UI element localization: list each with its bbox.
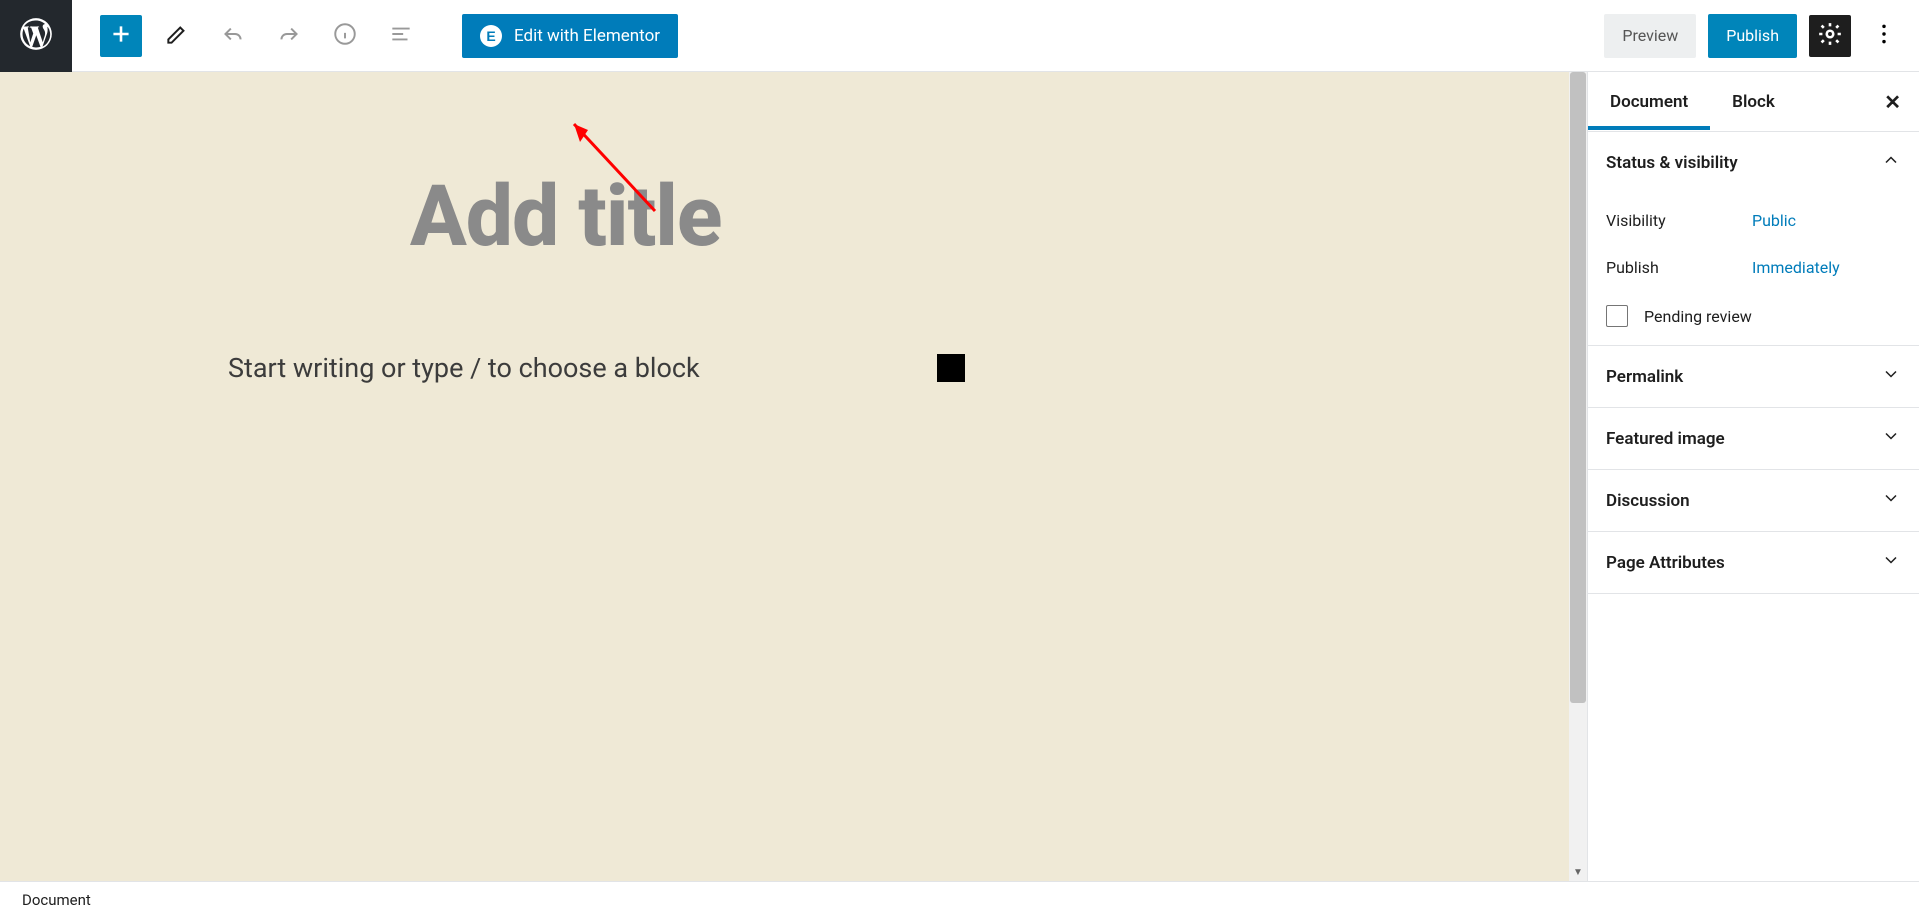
topbar-right-tools: Preview Publish [1604,14,1919,58]
chevron-down-icon [1881,426,1901,451]
visibility-value-link[interactable]: Public [1752,211,1796,230]
outline-icon [388,21,414,51]
publish-label: Publish [1726,26,1779,45]
plus-icon [108,21,134,51]
panel-toggle-featured-image[interactable]: Featured image [1606,426,1901,451]
undo-icon [220,21,246,51]
close-icon: ✕ [1884,90,1901,114]
gear-icon [1817,21,1843,51]
panel-page-attributes: Page Attributes [1588,532,1919,594]
panel-featured-image: Featured image [1588,408,1919,470]
editor-footer: Document [0,881,1919,917]
preview-button[interactable]: Preview [1604,14,1696,58]
panel-toggle-permalink[interactable]: Permalink [1606,364,1901,389]
panel-title-status: Status & visibility [1606,153,1738,173]
pending-review-label: Pending review [1644,307,1752,326]
visibility-label: Visibility [1606,211,1752,230]
settings-sidebar: Document Block ✕ Status & visibility Vis… [1587,72,1919,881]
editor-topbar: E Edit with Elementor Preview Publish [0,0,1919,72]
tab-block[interactable]: Block [1728,92,1779,112]
scroll-down-arrow-icon: ▼ [1569,863,1587,881]
panel-toggle-status[interactable]: Status & visibility [1606,150,1901,175]
undo-button[interactable] [212,15,254,57]
edit-mode-button[interactable] [156,15,198,57]
redo-icon [276,21,302,51]
panel-toggle-page-attributes[interactable]: Page Attributes [1606,550,1901,575]
pencil-icon [164,21,190,51]
panel-title-permalink: Permalink [1606,367,1683,387]
panel-title-page-attributes: Page Attributes [1606,553,1725,573]
tab-document[interactable]: Document [1606,92,1692,112]
publish-button[interactable]: Publish [1708,14,1797,58]
row-visibility: Visibility Public [1606,197,1901,244]
edit-with-elementor-label: Edit with Elementor [514,26,660,46]
row-pending-review: Pending review [1606,291,1901,327]
default-block-placeholder[interactable]: Start writing or type / to choose a bloc… [228,352,700,384]
breadcrumb[interactable]: Document [22,891,91,909]
close-sidebar-button[interactable]: ✕ [1884,90,1901,114]
edit-with-elementor-button[interactable]: E Edit with Elementor [462,14,678,58]
editor-canvas[interactable]: Add title Start writing or type / to cho… [0,72,1569,881]
sidebar-tabs: Document Block ✕ [1588,72,1919,132]
canvas-scrollbar[interactable]: ▲ ▼ [1569,72,1587,881]
panel-permalink: Permalink [1588,346,1919,408]
publish-date-value-link[interactable]: Immediately [1752,258,1840,277]
panel-discussion: Discussion [1588,470,1919,532]
panel-title-discussion: Discussion [1606,491,1690,511]
chevron-down-icon [1881,364,1901,389]
pending-review-checkbox[interactable] [1606,305,1628,327]
wordpress-icon [17,15,55,57]
info-button[interactable] [324,15,366,57]
chevron-down-icon [1881,488,1901,513]
info-icon [332,21,358,51]
redo-button[interactable] [268,15,310,57]
scrollbar-thumb[interactable] [1570,72,1586,703]
editor-canvas-area: Add title Start writing or type / to cho… [0,72,1587,881]
preview-label: Preview [1622,26,1678,45]
elementor-icon: E [480,25,502,47]
chevron-down-icon [1881,550,1901,575]
panel-toggle-discussion[interactable]: Discussion [1606,488,1901,513]
block-appender-handle[interactable] [937,354,965,382]
settings-toggle-button[interactable] [1809,15,1851,57]
post-title-input[interactable]: Add title [410,167,722,266]
panel-title-featured-image: Featured image [1606,429,1725,449]
outline-button[interactable] [380,15,422,57]
wordpress-home-button[interactable] [0,0,72,72]
publish-date-label: Publish [1606,258,1752,277]
chevron-up-icon [1881,150,1901,175]
more-menu-button[interactable] [1863,15,1905,57]
topbar-left-tools: E Edit with Elementor [72,14,678,58]
more-vertical-icon [1871,21,1897,51]
add-block-button[interactable] [100,15,142,57]
row-publish-date: Publish Immediately [1606,244,1901,291]
panel-status-visibility: Status & visibility Visibility Public Pu… [1588,132,1919,346]
